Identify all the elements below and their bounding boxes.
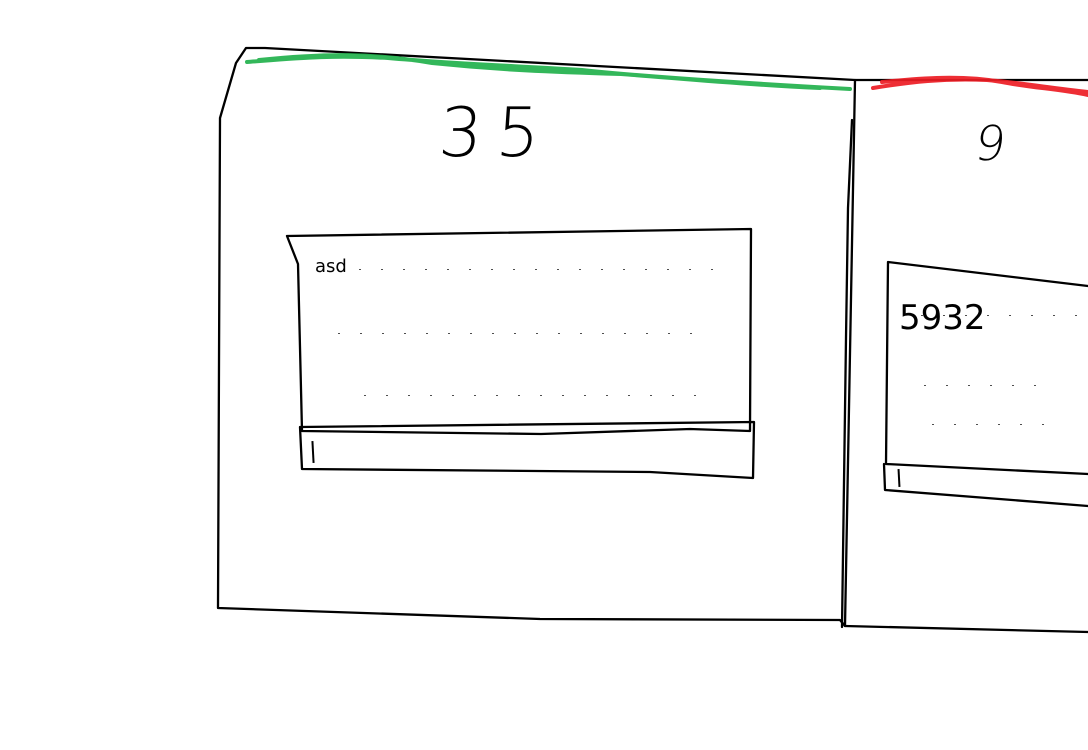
card-1-value: 35: [436, 94, 557, 173]
feed-line-2: [914, 372, 1054, 394]
feed-line-1: 5932: [899, 301, 1088, 335]
text-cursor: [311, 440, 315, 464]
feed-line-2: [328, 320, 708, 342]
card-2-feed-box: [884, 260, 1088, 476]
feed-line-text: asd: [315, 256, 347, 277]
card-1-message-input[interactable]: [304, 430, 748, 470]
text-cursor: [897, 468, 901, 488]
card-2-message-input[interactable]: [888, 465, 1088, 494]
card-1-status-bar: [245, 53, 852, 91]
feed-line-text: 5932: [899, 298, 986, 338]
card-2-frame: [840, 78, 1088, 634]
feed-line-1: asd: [315, 256, 720, 278]
feed-line-3: [922, 411, 1062, 433]
feed-line-3: [354, 382, 702, 404]
card-2: [840, 75, 1088, 634]
